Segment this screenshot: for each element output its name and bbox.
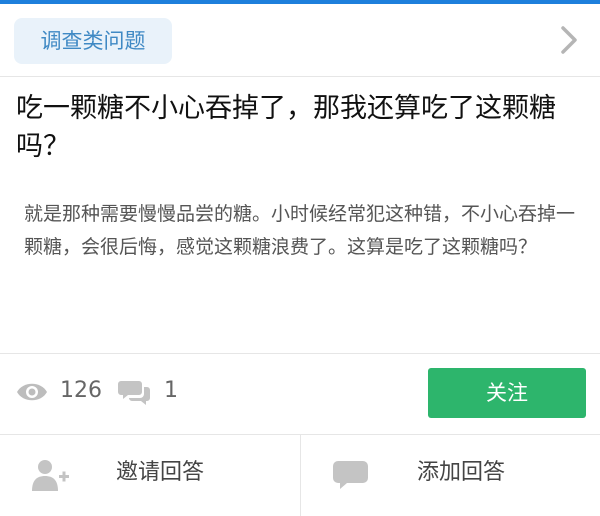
invite-user-icon <box>32 460 69 491</box>
add-answer-label: 添加回答 <box>417 460 506 485</box>
divider <box>0 76 600 77</box>
tag-row[interactable]: 调查类问题 <box>0 4 600 76</box>
question-description: 就是那种需要慢慢品尝的糖。小时候经常犯这种错，不小心吞掉一颗糖，会很后悔，感觉这… <box>24 203 576 258</box>
view-count: 126 <box>60 378 102 403</box>
comment-icon <box>118 381 150 405</box>
chevron-right-icon[interactable] <box>558 24 580 56</box>
question-category-tag[interactable]: 调查类问题 <box>14 18 172 64</box>
invite-answer-label: 邀请回答 <box>116 460 205 485</box>
follow-button[interactable]: 关注 <box>428 368 586 418</box>
answer-actions-bar: 邀请回答 添加回答 <box>0 434 600 516</box>
answer-count: 1 <box>164 378 178 403</box>
question-stats-bar: 126 1 关注 <box>0 354 600 434</box>
question-title: 吃一颗糖不小心吞掉了，那我还算吃了这颗糖吗？ <box>16 93 556 162</box>
add-answer-button[interactable]: 添加回答 <box>300 434 600 516</box>
eye-icon <box>17 383 47 401</box>
add-answer-icon <box>333 461 368 489</box>
invite-answer-button[interactable]: 邀请回答 <box>0 434 300 516</box>
